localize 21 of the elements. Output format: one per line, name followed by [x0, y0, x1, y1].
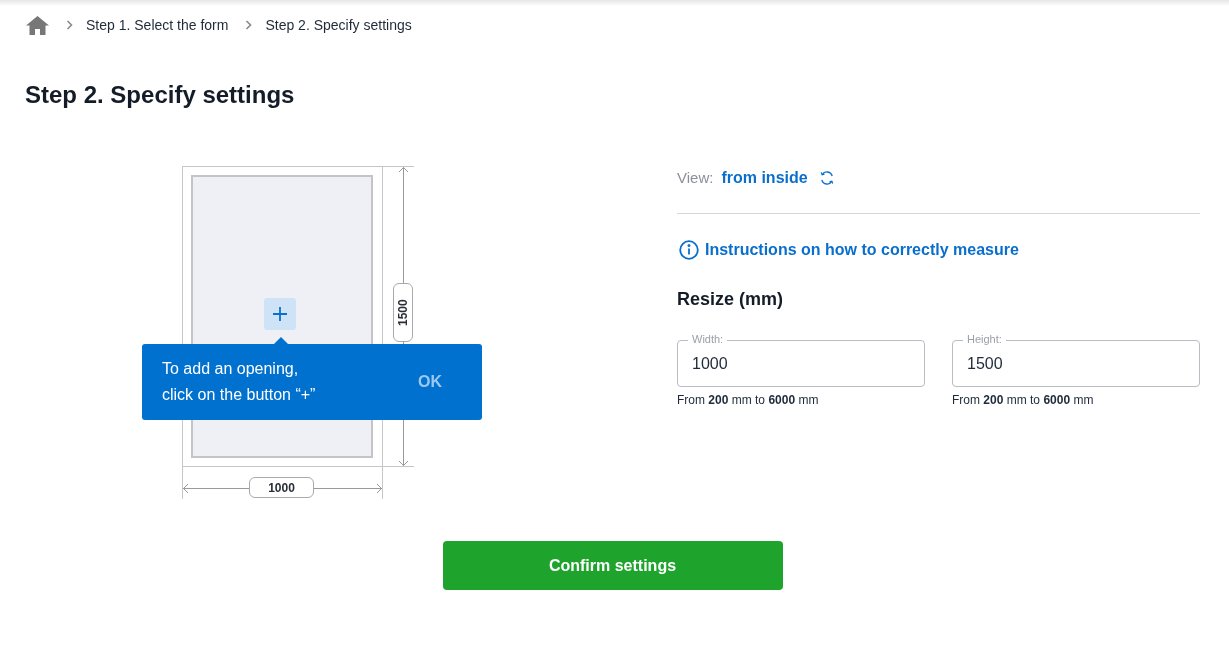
field-label: Height:: [963, 332, 1006, 346]
breadcrumb-link[interactable]: Step 2. Specify settings: [265, 14, 412, 36]
home-icon[interactable]: [26, 15, 49, 35]
range-hint-text: From 200 mm to 6000 mm: [952, 392, 1094, 408]
height-dimension-label: 1500: [393, 283, 413, 342]
view-toggle-link[interactable]: from inside: [721, 166, 808, 190]
width-dimension-label: 1000: [249, 477, 314, 498]
info-icon: [679, 240, 699, 260]
plus-icon: [273, 307, 287, 321]
page-heading: Step 2. Specify settings: [25, 80, 295, 110]
add-opening-button[interactable]: [264, 298, 296, 330]
chevron-right-icon: [66, 20, 73, 30]
range-hint-text: From 200 mm to 6000 mm: [677, 392, 819, 408]
resize-heading: Resize (mm): [677, 288, 784, 311]
instructions-link[interactable]: Instructions on how to correctly measure: [705, 238, 1019, 262]
tooltip-text: To add an opening, click on the button “+”: [162, 359, 316, 405]
chevron-right-icon: [245, 20, 253, 30]
view-label: View:: [677, 167, 714, 188]
refresh-icon[interactable]: [818, 170, 835, 186]
field-label: Width:: [688, 332, 728, 346]
breadcrumb-link[interactable]: Step 1. Select the form: [86, 14, 229, 36]
